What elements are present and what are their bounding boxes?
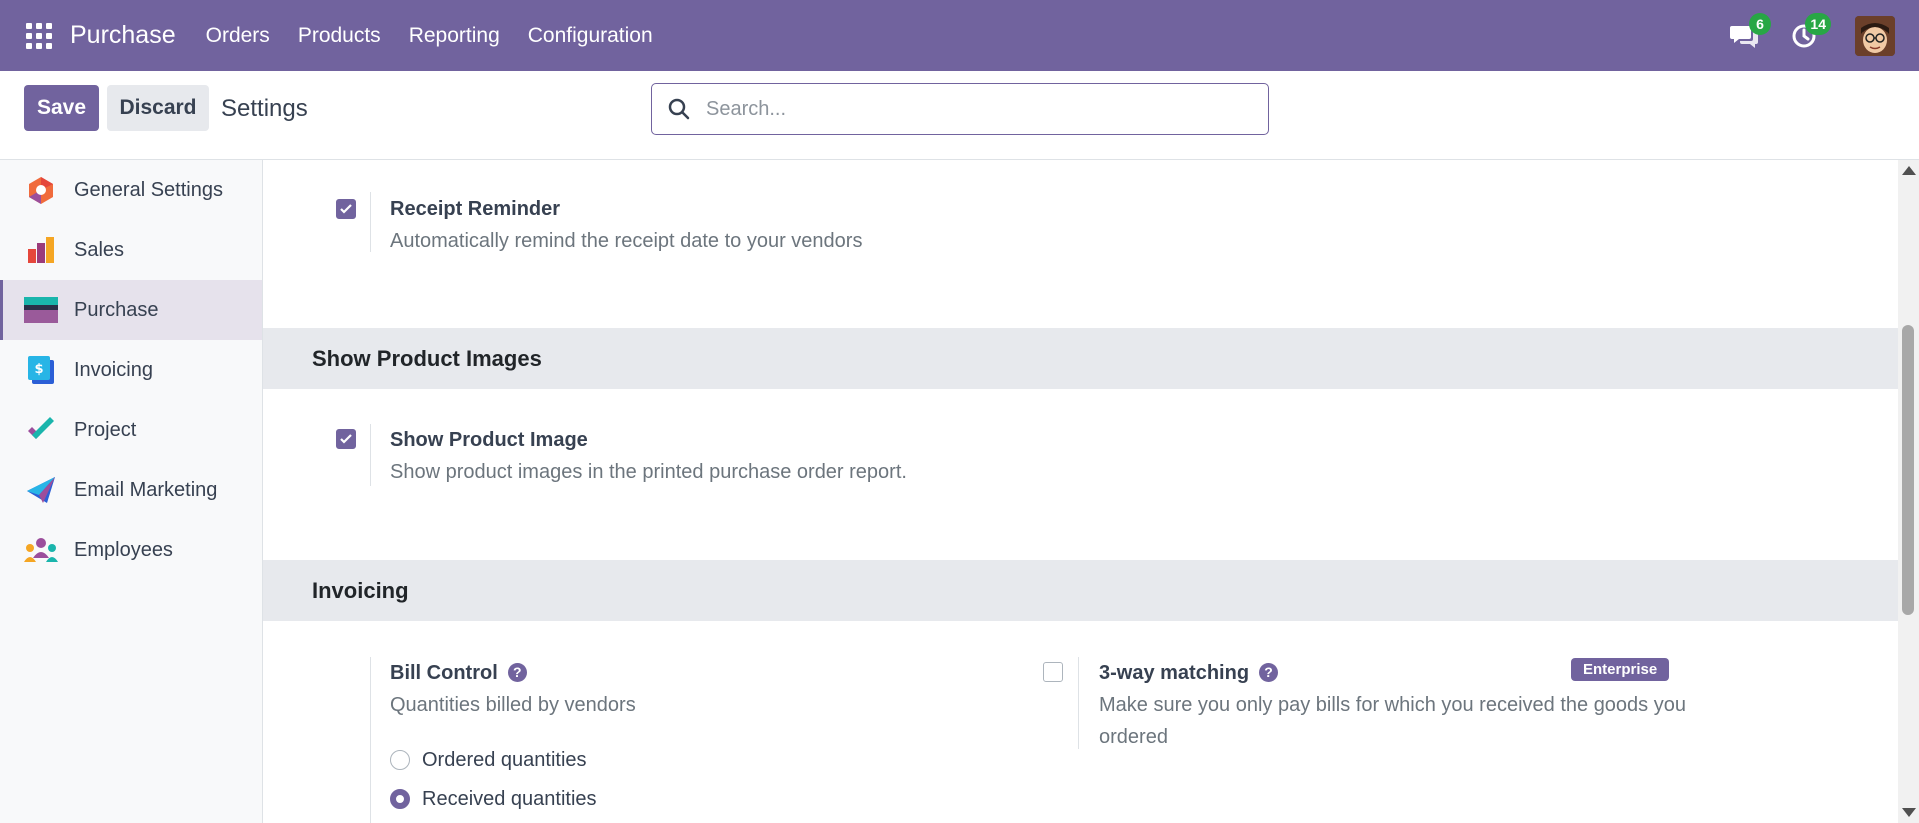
project-icon: [24, 413, 58, 447]
sidebar-item-project[interactable]: Project: [0, 400, 262, 460]
purchase-icon: [24, 293, 58, 327]
page-title: Settings: [221, 95, 308, 122]
sidebar-item-employees[interactable]: Employees: [0, 520, 262, 580]
sidebar-item-general-settings[interactable]: General Settings: [0, 160, 262, 220]
invoicing-icon: $: [24, 353, 58, 387]
help-icon[interactable]: ?: [507, 662, 527, 682]
messages-button[interactable]: 6: [1727, 12, 1771, 53]
employees-icon: [24, 533, 58, 567]
setting-divider: [370, 192, 371, 252]
app-brand[interactable]: Purchase: [70, 21, 176, 50]
sidebar-item-invoicing[interactable]: $ Invoicing: [0, 340, 262, 400]
three-way-matching-title: 3-way matching?: [1099, 662, 1279, 685]
sidebar-item-label: Email Marketing: [74, 478, 218, 501]
section-header-product-images: Show Product Images: [263, 328, 1898, 389]
messages-count-badge: 6: [1749, 12, 1771, 35]
setting-divider: [370, 424, 371, 486]
show-product-image-title: Show Product Image: [390, 429, 588, 451]
sidebar-item-email-marketing[interactable]: Email Marketing: [0, 460, 262, 520]
activities-button[interactable]: 14: [1787, 12, 1831, 53]
avatar-face-icon: [1855, 15, 1895, 56]
show-product-image-checkbox[interactable]: [336, 429, 356, 449]
section-header-invoicing: Invoicing: [263, 560, 1898, 621]
menu-orders[interactable]: Orders: [192, 24, 284, 48]
scroll-thumb[interactable]: [1902, 325, 1914, 615]
three-way-matching-label: 3-way matching: [1099, 662, 1250, 684]
setting-divider: [1078, 657, 1079, 749]
check-icon: [340, 434, 352, 444]
three-way-matching-checkbox[interactable]: [1043, 662, 1063, 682]
menu-products[interactable]: Products: [284, 24, 395, 48]
sidebar-item-label: General Settings: [74, 178, 223, 201]
control-panel: Save Discard Settings: [0, 71, 1919, 160]
receipt-reminder-title: Receipt Reminder: [390, 198, 561, 220]
menu-reporting[interactable]: Reporting: [395, 24, 514, 48]
search-bar: [651, 83, 1269, 135]
sidebar-item-sales[interactable]: Sales: [0, 220, 262, 280]
general-settings-icon: [24, 173, 58, 207]
help-icon[interactable]: ?: [1259, 662, 1279, 682]
settings-sidebar: General Settings Sales Purchase $ Invoic…: [0, 160, 263, 823]
content-scrollbar[interactable]: [1898, 160, 1919, 823]
check-icon: [340, 204, 352, 214]
receipt-reminder-checkbox[interactable]: [336, 199, 356, 219]
enterprise-badge: Enterprise: [1571, 658, 1670, 681]
setting-divider: [370, 657, 371, 823]
radio-ordered-quantities[interactable]: [390, 750, 410, 770]
receipt-reminder-description: Automatically remind the receipt date to…: [390, 230, 863, 252]
scroll-up-arrow-icon[interactable]: [1902, 166, 1916, 175]
three-way-matching-description: Make sure you only pay bills for which y…: [1099, 694, 1686, 748]
menu-configuration[interactable]: Configuration: [514, 24, 667, 48]
sidebar-item-purchase[interactable]: Purchase: [0, 280, 262, 340]
top-navbar: Purchase Orders Products Reporting Confi…: [0, 0, 1919, 71]
sidebar-item-label: Project: [74, 418, 137, 441]
sales-icon: [24, 233, 58, 267]
bill-control-label: Bill Control: [390, 662, 498, 684]
sidebar-item-label: Invoicing: [74, 358, 153, 381]
sidebar-item-label: Employees: [74, 538, 173, 561]
email-marketing-icon: [24, 473, 58, 507]
save-button[interactable]: Save: [24, 85, 99, 131]
bill-control-title: Bill Control?: [390, 662, 527, 685]
discard-button[interactable]: Discard: [107, 85, 209, 131]
scroll-down-arrow-icon[interactable]: [1902, 808, 1916, 817]
svg-text:$: $: [34, 362, 43, 377]
sidebar-item-label: Purchase: [74, 298, 159, 321]
radio-label-received: Received quantities: [422, 788, 597, 810]
sidebar-item-label: Sales: [74, 238, 125, 261]
user-avatar[interactable]: [1855, 15, 1895, 56]
radio-label-ordered: Ordered quantities: [422, 749, 587, 771]
show-product-image-description: Show product images in the printed purch…: [390, 461, 907, 483]
apps-menu-icon[interactable]: [26, 22, 52, 49]
settings-content: Receipt Reminder Automatically remind th…: [263, 160, 1898, 823]
search-input[interactable]: [706, 97, 1246, 121]
radio-received-quantities[interactable]: [390, 789, 410, 809]
bill-control-description: Quantities billed by vendors: [390, 694, 636, 716]
activities-count-badge: 14: [1805, 12, 1831, 35]
search-icon: [666, 96, 692, 122]
